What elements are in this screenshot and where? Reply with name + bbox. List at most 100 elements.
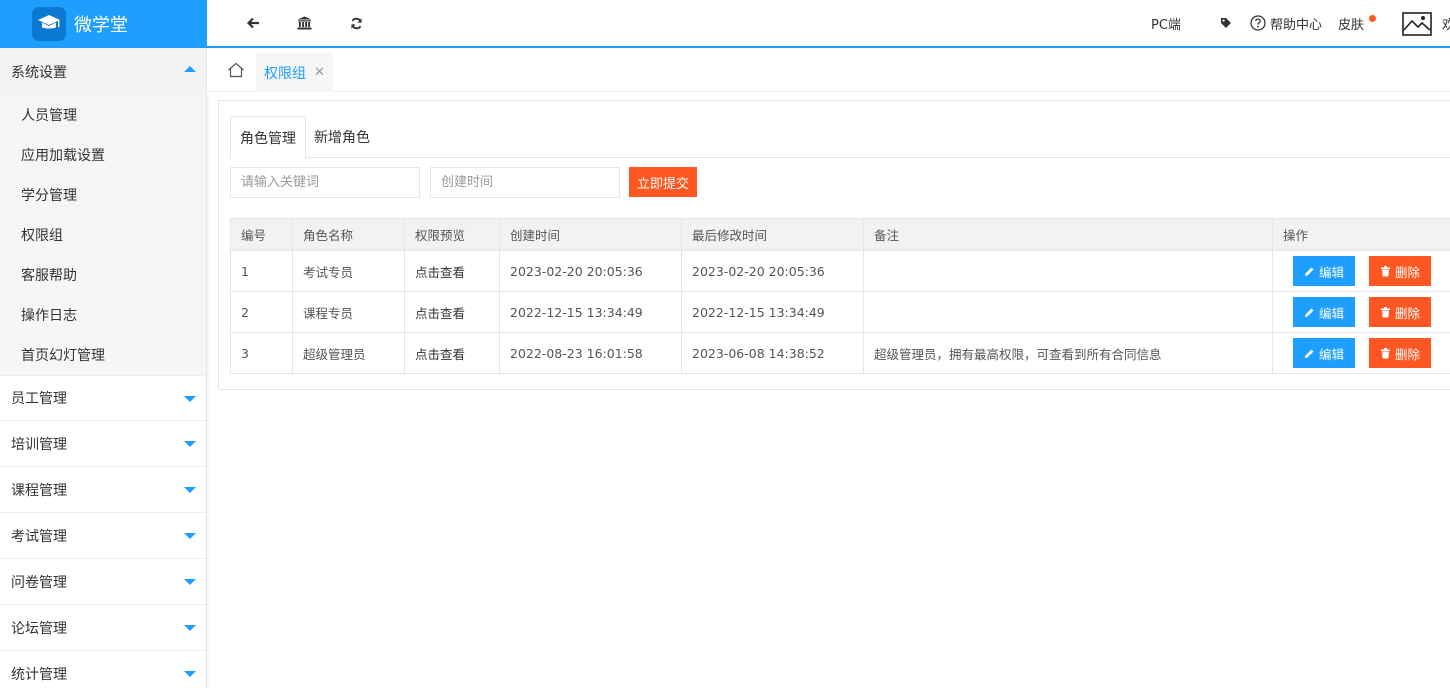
cell-actions: 编辑 删除 xyxy=(1272,291,1450,333)
view-permissions-link[interactable]: 点击查看 xyxy=(404,250,500,292)
cell-actions: 编辑 删除 xyxy=(1272,250,1450,292)
caret-down-icon xyxy=(184,671,196,677)
table-row: 1 考试专员 点击查看 2023-02-20 20:05:36 2023-02-… xyxy=(230,250,1450,292)
sidebar-item-support[interactable]: 客服帮助 xyxy=(0,255,206,295)
delete-label: 删除 xyxy=(1395,305,1421,321)
sidebar-group-label: 课程管理 xyxy=(11,482,67,499)
cell-note xyxy=(863,250,1273,292)
cell-created: 2023-02-20 20:05:36 xyxy=(499,250,682,292)
cell-created: 2022-12-15 13:34:49 xyxy=(499,291,682,333)
avatar-image-icon[interactable] xyxy=(1402,11,1432,37)
cell-modified: 2023-02-20 20:05:36 xyxy=(681,250,864,292)
tab-permission-group[interactable]: 权限组 ✕ xyxy=(256,53,333,92)
sidebar-group-label: 考试管理 xyxy=(11,528,67,545)
delete-button[interactable]: 删除 xyxy=(1369,338,1432,368)
column-header-created: 创建时间 xyxy=(499,218,682,251)
cell-modified: 2022-12-15 13:34:49 xyxy=(681,291,864,333)
sidebar-group-courses[interactable]: 课程管理 xyxy=(0,467,206,513)
cell-role-name: 考试专员 xyxy=(292,250,405,292)
main-panel: 角色管理 新增角色 立即提交 编号 角色名称 权限预览 创建时间 最后修改时间 … xyxy=(218,100,1450,390)
view-permissions-link[interactable]: 点击查看 xyxy=(404,332,500,374)
app-window: 微学堂 PC端 帮助中心 皮肤 欢 系统设置 人员管理 应用加载设置 学分管理 … xyxy=(0,0,1450,688)
tab-role-management[interactable]: 角色管理 xyxy=(230,116,306,159)
table-row: 2 课程专员 点击查看 2022-12-15 13:34:49 2022-12-… xyxy=(230,291,1450,333)
sidebar-group-statistics[interactable]: 统计管理 xyxy=(0,651,206,688)
sidebar: 系统设置 人员管理 应用加载设置 学分管理 权限组 客服帮助 操作日志 首页幻灯… xyxy=(0,48,207,688)
delete-label: 删除 xyxy=(1395,346,1421,362)
tab-add-role[interactable]: 新增角色 xyxy=(314,116,370,158)
welcome-text: 欢 xyxy=(1442,17,1450,33)
help-center[interactable]: 帮助中心 xyxy=(1250,0,1322,46)
close-icon[interactable]: ✕ xyxy=(314,65,325,80)
bank-icon[interactable] xyxy=(295,14,313,32)
edit-button[interactable]: 编辑 xyxy=(1293,297,1356,327)
cell-id: 1 xyxy=(230,250,293,292)
cell-role-name: 超级管理员 xyxy=(292,332,405,374)
tab-label: 权限组 xyxy=(264,65,306,82)
delete-button[interactable]: 删除 xyxy=(1369,297,1432,327)
column-header-modified: 最后修改时间 xyxy=(681,218,864,251)
caret-down-icon xyxy=(184,487,196,493)
pc-link[interactable]: PC端 xyxy=(1151,0,1181,46)
skin-menu[interactable]: 皮肤 xyxy=(1338,0,1364,46)
roles-table: 编号 角色名称 权限预览 创建时间 最后修改时间 备注 操作 1 考试专员 点击… xyxy=(230,218,1450,374)
sidebar-item-credits[interactable]: 学分管理 xyxy=(0,175,206,215)
sidebar-group-system-settings[interactable]: 系统设置 xyxy=(0,48,206,95)
graduation-cap-icon xyxy=(32,7,66,41)
help-circle-icon xyxy=(1250,15,1266,31)
pencil-icon xyxy=(1305,308,1314,317)
sidebar-group-forum[interactable]: 论坛管理 xyxy=(0,605,206,651)
created-time-input[interactable] xyxy=(430,167,620,198)
sidebar-group-label: 论坛管理 xyxy=(11,620,67,637)
sidebar-item-staff[interactable]: 人员管理 xyxy=(0,95,206,135)
sidebar-item-app-loading[interactable]: 应用加载设置 xyxy=(0,135,206,175)
sidebar-group-label: 问卷管理 xyxy=(11,574,67,591)
cell-note xyxy=(863,291,1273,333)
keyword-search-input[interactable] xyxy=(230,167,420,198)
caret-down-icon xyxy=(184,579,196,585)
column-header-actions: 操作 xyxy=(1272,218,1450,251)
sidebar-group-exams[interactable]: 考试管理 xyxy=(0,513,206,559)
cell-modified: 2023-06-08 14:38:52 xyxy=(681,332,864,374)
sidebar-item-slideshow[interactable]: 首页幻灯管理 xyxy=(0,335,206,375)
sidebar-item-operation-log[interactable]: 操作日志 xyxy=(0,295,206,335)
table-header-row: 编号 角色名称 权限预览 创建时间 最后修改时间 备注 操作 xyxy=(230,218,1450,251)
sidebar-group-employees[interactable]: 员工管理 xyxy=(0,375,206,421)
delete-label: 删除 xyxy=(1395,264,1421,280)
home-icon[interactable] xyxy=(217,48,255,92)
column-header-note: 备注 xyxy=(863,218,1273,251)
back-arrow-icon[interactable] xyxy=(244,14,262,32)
pencil-icon xyxy=(1305,349,1314,358)
column-header-id: 编号 xyxy=(230,218,293,251)
sidebar-group-label: 培训管理 xyxy=(11,436,67,453)
edit-label: 编辑 xyxy=(1319,305,1345,321)
trash-icon xyxy=(1381,347,1390,358)
tag-icon[interactable] xyxy=(1217,14,1235,32)
cell-created: 2022-08-23 16:01:58 xyxy=(499,332,682,374)
sidebar-group-training[interactable]: 培训管理 xyxy=(0,421,206,467)
cell-note: 超级管理员，拥有最高权限，可查看到所有合同信息 xyxy=(863,332,1273,374)
sidebar-group-label: 统计管理 xyxy=(11,666,67,683)
logo-text: 微学堂 xyxy=(74,15,128,36)
delete-button[interactable]: 删除 xyxy=(1369,256,1432,286)
edit-button[interactable]: 编辑 xyxy=(1293,338,1356,368)
sidebar-group-label: 系统设置 xyxy=(11,64,67,81)
refresh-icon[interactable] xyxy=(347,14,365,32)
edit-button[interactable]: 编辑 xyxy=(1293,256,1356,286)
sidebar-submenu: 人员管理 应用加载设置 学分管理 权限组 客服帮助 操作日志 首页幻灯管理 xyxy=(0,95,206,375)
view-permissions-link[interactable]: 点击查看 xyxy=(404,291,500,333)
role-tabs: 角色管理 新增角色 xyxy=(230,116,1450,159)
column-header-role-name: 角色名称 xyxy=(292,218,405,251)
cell-actions: 编辑 删除 xyxy=(1272,332,1450,374)
caret-down-icon xyxy=(184,625,196,631)
help-center-label: 帮助中心 xyxy=(1270,17,1323,33)
table-row: 3 超级管理员 点击查看 2022-08-23 16:01:58 2023-06… xyxy=(230,332,1450,374)
logo[interactable]: 微学堂 xyxy=(0,0,207,48)
submit-button[interactable]: 立即提交 xyxy=(629,167,697,197)
trash-icon xyxy=(1381,265,1390,276)
caret-down-icon xyxy=(184,533,196,539)
sidebar-group-surveys[interactable]: 问卷管理 xyxy=(0,559,206,605)
sidebar-item-permission-group[interactable]: 权限组 xyxy=(0,215,206,255)
pencil-icon xyxy=(1305,267,1314,276)
page-tab-bar: 权限组 ✕ xyxy=(207,48,1450,92)
